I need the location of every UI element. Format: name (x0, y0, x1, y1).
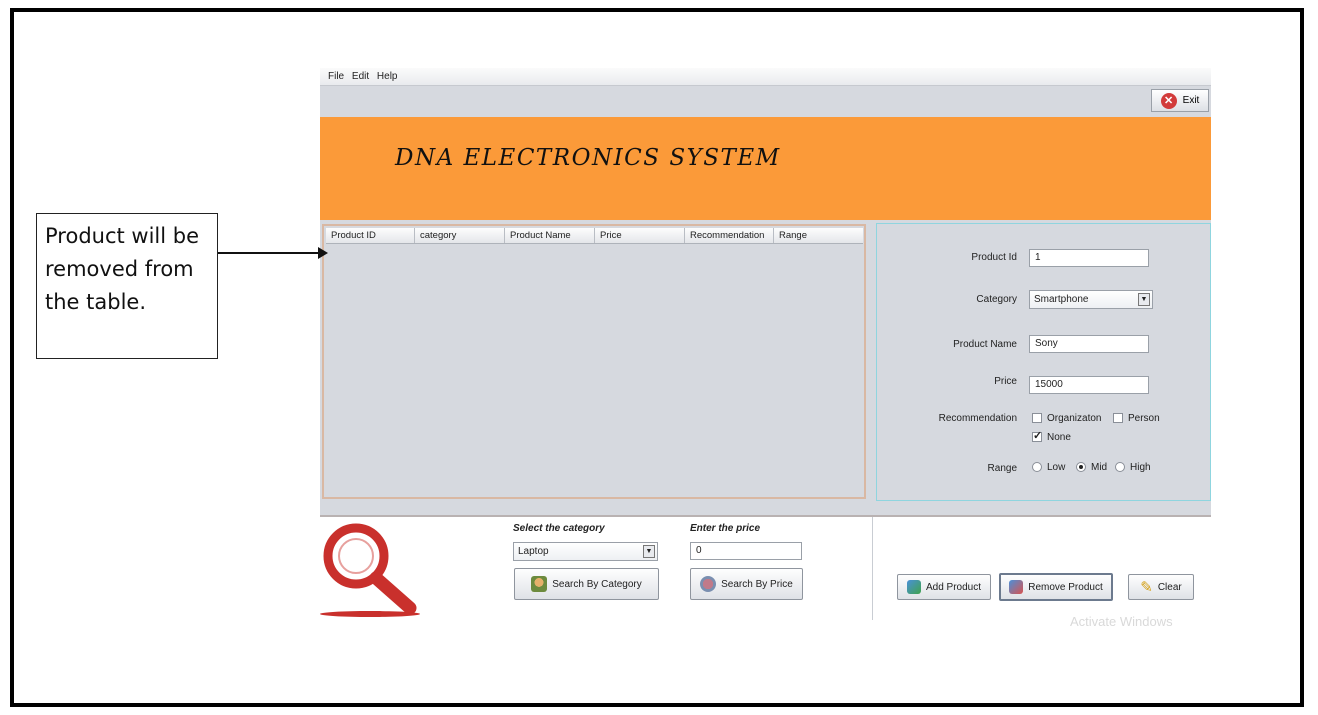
search-action-panel: Select the category Laptop ▼ Search By C… (320, 517, 1211, 629)
menu-edit[interactable]: Edit (352, 68, 369, 85)
vertical-separator (872, 517, 873, 620)
annotation-callout: Product will be removed from the table. (36, 213, 218, 359)
column-price[interactable]: Price (595, 228, 685, 243)
table-header: Product ID category Product Name Price R… (326, 228, 863, 244)
menu-bar: File Edit Help (320, 68, 1211, 86)
range-mid-radio[interactable]: Mid (1076, 462, 1107, 473)
product-id-input[interactable]: 1 (1029, 249, 1149, 267)
annotation-arrow-line (218, 252, 323, 254)
search-by-price-label: Search By Price (721, 578, 793, 590)
banner-title: DNA ELECTRONICS SYSTEM (395, 145, 781, 171)
category-select[interactable]: Smartphone ▼ (1029, 290, 1153, 309)
checkbox-box (1032, 413, 1042, 424)
select-category-heading: Select the category (513, 523, 605, 534)
range-low-radio[interactable]: Low (1032, 462, 1065, 473)
radio-label: Low (1047, 462, 1066, 473)
product-form-panel: Product Id 1 Category Smartphone ▼ Produ… (876, 223, 1211, 501)
search-by-category-button[interactable]: Search By Category (514, 568, 659, 600)
broom-icon: ✎ (1140, 579, 1153, 596)
radio-label: High (1130, 462, 1151, 473)
category-select-value: Smartphone (1034, 294, 1089, 305)
recommendation-none-checkbox[interactable]: None (1032, 429, 1071, 443)
search-by-category-label: Search By Category (552, 578, 642, 590)
checkbox-box (1032, 429, 1042, 443)
column-product-id[interactable]: Product ID (326, 228, 415, 243)
radio-circle (1115, 462, 1125, 473)
add-product-label: Add Product (925, 581, 982, 593)
product-table-panel: Product ID category Product Name Price R… (322, 224, 866, 499)
menu-help[interactable]: Help (377, 68, 398, 85)
radio-label: Mid (1091, 462, 1108, 473)
person-icon (531, 576, 548, 592)
range-high-radio[interactable]: High (1115, 462, 1151, 473)
remove-product-label: Remove Product (1028, 581, 1103, 593)
price-tag-icon (700, 576, 717, 592)
app-window: File Edit Help ✕ Exit DNA ELECTRONICS SY… (320, 68, 1211, 629)
activate-windows-watermark: Activate Windows (1070, 614, 1173, 629)
arrow-right-icon (318, 247, 328, 259)
clear-label: Clear (1157, 581, 1182, 593)
search-by-price-button[interactable]: Search By Price (690, 568, 803, 600)
chevron-down-icon[interactable]: ▼ (1138, 293, 1150, 306)
checkbox-label: Person (1128, 413, 1160, 424)
remove-product-button[interactable]: Remove Product (999, 573, 1113, 601)
exit-label: Exit (1182, 95, 1200, 106)
magnifier-logo-icon (320, 523, 420, 617)
enter-price-heading: Enter the price (690, 523, 761, 534)
column-recommendation[interactable]: Recommendation (685, 228, 774, 243)
chevron-down-icon[interactable]: ▼ (643, 545, 655, 558)
exit-button[interactable]: ✕ Exit (1151, 89, 1209, 112)
product-name-label: Product Name (953, 339, 1017, 350)
radio-circle (1032, 462, 1042, 473)
search-category-value: Laptop (518, 546, 549, 557)
column-category[interactable]: category (415, 228, 505, 243)
close-icon: ✕ (1160, 92, 1177, 109)
recommendation-person-checkbox[interactable]: Person (1113, 413, 1160, 424)
add-icon (906, 580, 921, 594)
remove-icon (1009, 580, 1024, 594)
radio-circle (1076, 462, 1086, 473)
checkbox-label: Organizaton (1047, 413, 1102, 424)
column-range[interactable]: Range (774, 228, 863, 243)
clear-button[interactable]: ✎ Clear (1128, 574, 1194, 600)
menu-file[interactable]: File (328, 68, 344, 85)
checkbox-label: None (1047, 432, 1071, 443)
product-name-input[interactable]: Sony (1029, 335, 1149, 353)
product-id-label: Product Id (971, 252, 1017, 263)
search-category-select[interactable]: Laptop ▼ (513, 542, 658, 561)
category-label: Category (976, 294, 1017, 305)
price-input[interactable]: 15000 (1029, 376, 1149, 394)
banner: DNA ELECTRONICS SYSTEM (320, 117, 1211, 220)
range-label: Range (987, 463, 1017, 474)
checkbox-box (1113, 413, 1123, 424)
recommendation-organization-checkbox[interactable]: Organizaton (1032, 413, 1101, 424)
add-product-button[interactable]: Add Product (897, 574, 991, 600)
column-product-name[interactable]: Product Name (505, 228, 595, 243)
search-price-input[interactable]: 0 (690, 542, 802, 560)
price-label: Price (994, 376, 1017, 387)
recommendation-label: Recommendation (938, 413, 1017, 424)
